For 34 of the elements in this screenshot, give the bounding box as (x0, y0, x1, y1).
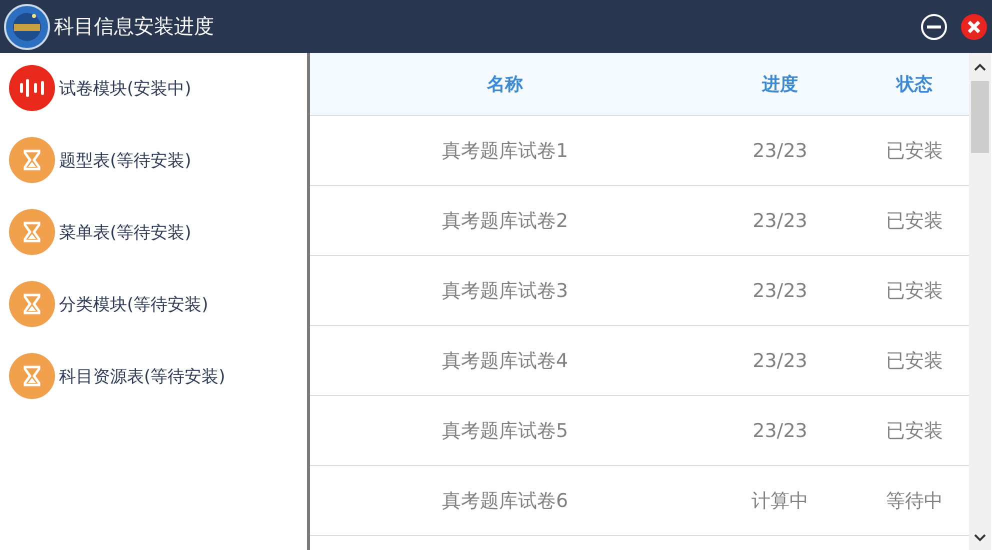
module-label: 试卷模块(安装中) (59, 78, 192, 100)
table-cell-text: 已安装 (885, 208, 944, 234)
column-header: 状态 (894, 73, 934, 96)
window-title: 科目信息安装进度 (54, 13, 215, 40)
badge-logo-icon (4, 4, 50, 50)
module-label: 分类模块(等待安装) (59, 294, 208, 316)
scroll-up-icon[interactable] (974, 63, 986, 71)
table-cell-text: 23/23 (752, 280, 808, 302)
table-cell-text: 23/23 (752, 420, 808, 442)
table-cell-text: 已安装 (885, 418, 944, 444)
table-cell-text: 真考题库试卷3 (440, 278, 570, 304)
table-cell-text: 真考题库试卷1 (440, 138, 570, 164)
column-header: 进度 (760, 73, 799, 96)
module-label: 菜单表(等待安装) (59, 222, 192, 244)
scroll-thumb[interactable] (971, 81, 989, 153)
table-cell-text: 真考题库试卷2 (440, 208, 570, 234)
module-label: 科目资源表(等待安装) (59, 366, 226, 388)
table-cell-text: 真考题库试卷4 (440, 348, 570, 374)
table-cell-text: 23/23 (752, 350, 808, 372)
minimize-button[interactable] (920, 12, 948, 40)
column-header: 名称 (486, 73, 524, 96)
table-cell-text: 23/23 (752, 210, 808, 232)
scrollbar[interactable] (969, 53, 991, 550)
close-button[interactable] (960, 12, 988, 40)
table-cell-text: 等待中 (885, 488, 944, 514)
table-cell-text: 计算中 (750, 488, 810, 514)
table-cell-text: 已安装 (885, 348, 944, 374)
table-cell-text: 已安装 (885, 278, 944, 304)
scroll-down-icon[interactable] (974, 534, 986, 542)
table-cell-text: 23/23 (752, 140, 808, 162)
table-cell-text: 已安装 (885, 138, 944, 164)
table-cell-text: 真考题库试卷5 (440, 418, 570, 444)
module-label: 题型表(等待安装) (59, 150, 192, 172)
table-cell-text: 真考题库试卷6 (440, 488, 570, 514)
